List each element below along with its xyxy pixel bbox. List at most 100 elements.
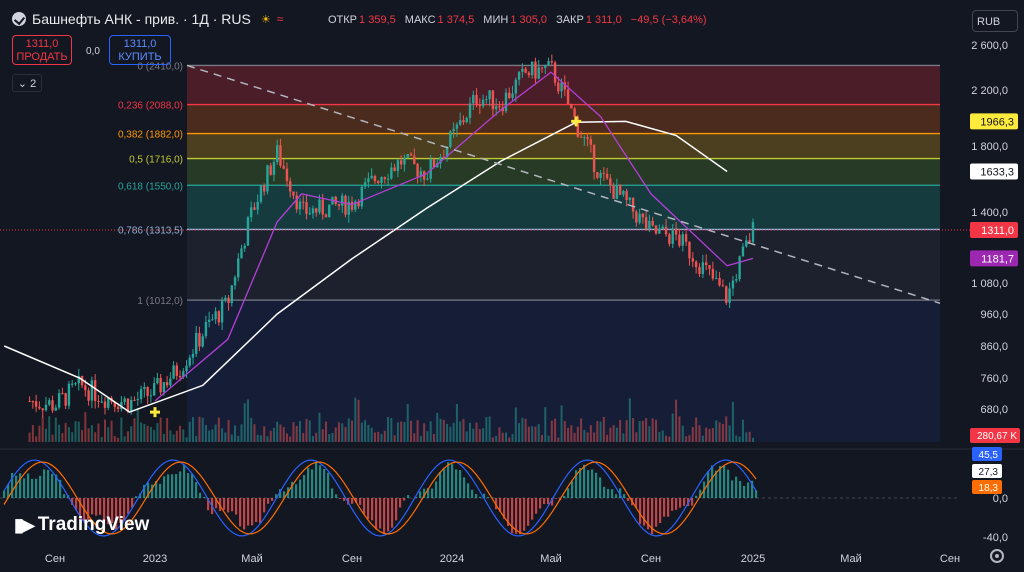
- volume-bar: [651, 418, 654, 442]
- time-tick-label: 2024: [440, 553, 464, 565]
- volume-bar: [560, 405, 563, 442]
- volume-bar: [110, 420, 113, 442]
- rsi-histogram-bar: [315, 462, 318, 498]
- indicators-collapse-button[interactable]: ⌄ 2: [12, 74, 42, 92]
- volume-bar: [198, 416, 201, 442]
- rsi-histogram-bar: [247, 498, 250, 526]
- volume-bar: [400, 421, 403, 442]
- price-tick-label: 1 400,0: [971, 207, 1008, 219]
- candle-body: [681, 234, 684, 246]
- volume-bar: [74, 421, 77, 442]
- volume-bar: [383, 430, 386, 442]
- buy-button[interactable]: 1311,0 КУПИТЬ: [109, 35, 171, 65]
- candle-body: [644, 217, 648, 229]
- volume-bar: [698, 425, 701, 442]
- volume-bar: [462, 419, 465, 442]
- volume-bar: [573, 432, 576, 442]
- volume-bar: [367, 424, 370, 442]
- symbol-title[interactable]: Башнефть АНК - прив. · 1Д · RUS ☀ ≈: [12, 11, 283, 27]
- candle-body: [188, 357, 191, 366]
- volume-bar: [104, 419, 106, 442]
- chart-canvas[interactable]: 0 (2410,0)0,236 (2088,0)0,382 (1882,0)0,…: [0, 0, 1024, 572]
- candle-body: [684, 234, 688, 242]
- volume-bar: [237, 435, 240, 442]
- candle-body: [344, 195, 347, 215]
- volume-bar: [518, 423, 521, 442]
- rsi-histogram-bar: [243, 498, 246, 530]
- volume-bar: [107, 427, 110, 442]
- volume-bar: [318, 412, 321, 442]
- rsi-histogram-bar: [395, 498, 398, 521]
- volume-bar: [360, 422, 363, 442]
- candle-body: [198, 332, 201, 347]
- volume-bar: [541, 434, 543, 442]
- candle-body: [618, 184, 622, 195]
- time-tick-label: Сен: [45, 553, 65, 565]
- rsi-histogram-bar: [487, 497, 490, 498]
- candle-body: [253, 207, 256, 210]
- candle-body: [664, 226, 668, 235]
- volume-bar: [250, 417, 253, 442]
- fib-level-label: 0,236 (2088,0): [118, 101, 183, 112]
- candle-body: [279, 145, 282, 166]
- volume-bar: [44, 428, 47, 442]
- data-delay-icon: ≈: [276, 12, 284, 26]
- volume-bar: [136, 407, 139, 442]
- candle-body: [524, 68, 527, 73]
- rsi-histogram-bar: [183, 464, 186, 498]
- rsi-histogram-bar: [603, 486, 606, 498]
- candle-body: [48, 400, 51, 405]
- volume-bar: [380, 434, 383, 442]
- currency-button[interactable]: RUB: [972, 10, 1018, 32]
- tradingview-mark-icon: ▮▶: [14, 514, 35, 535]
- rsi-badge-label: 18,3: [979, 483, 999, 494]
- rsi-histogram-bar: [351, 498, 354, 504]
- rsi-histogram-bar: [535, 498, 538, 514]
- price-tick-label: 1 080,0: [971, 278, 1008, 290]
- sell-button[interactable]: 1311,0 ПРОДАТЬ: [12, 35, 72, 65]
- candle-body: [282, 165, 285, 169]
- volume-bar: [240, 424, 243, 442]
- rsi-histogram-bar: [719, 466, 722, 498]
- volume-bar: [478, 429, 481, 442]
- candle-body: [396, 160, 400, 171]
- volume-bar: [681, 425, 684, 442]
- rsi-histogram-bar: [203, 496, 206, 498]
- volume-bar: [735, 435, 738, 442]
- rsi-histogram-bar: [435, 481, 438, 498]
- rsi-histogram-bar: [403, 498, 406, 501]
- rsi-histogram-bar: [231, 498, 234, 512]
- volume-bar: [48, 416, 51, 442]
- candle-body: [465, 117, 468, 123]
- volume-bar: [589, 425, 592, 442]
- volume-bar: [90, 425, 93, 442]
- volume-bar: [668, 436, 671, 442]
- fib-band: [187, 158, 940, 186]
- volume-bar: [347, 418, 350, 442]
- candle-body: [363, 182, 367, 187]
- volume-bar: [495, 435, 498, 442]
- volume-bar: [472, 428, 475, 442]
- high-value: 1 374,5: [437, 14, 475, 26]
- volume-bar: [688, 435, 691, 442]
- rsi-histogram-bar: [715, 470, 718, 498]
- candle-body: [249, 207, 253, 218]
- candle-body: [100, 401, 103, 403]
- candle-body: [661, 226, 664, 230]
- candle-body: [449, 131, 452, 147]
- rsi-histogram-bar: [375, 498, 378, 530]
- rsi-histogram-bar: [547, 498, 550, 505]
- rsi-histogram-bar: [655, 498, 658, 527]
- volume-bar: [514, 407, 517, 442]
- candle-body: [573, 108, 576, 117]
- rsi-tick-label: -40,0: [983, 532, 1008, 544]
- low-value: 1 305,0: [510, 14, 548, 26]
- rsi-tick-label: 0,0: [993, 493, 1008, 505]
- buy-label: КУПИТЬ: [118, 51, 162, 63]
- candle-body: [498, 106, 501, 108]
- chart-settings-icon[interactable]: [990, 549, 1004, 563]
- rsi-histogram-bar: [471, 489, 474, 498]
- candle-body: [386, 178, 390, 180]
- volume-bar: [449, 426, 452, 442]
- candle-body: [547, 61, 550, 66]
